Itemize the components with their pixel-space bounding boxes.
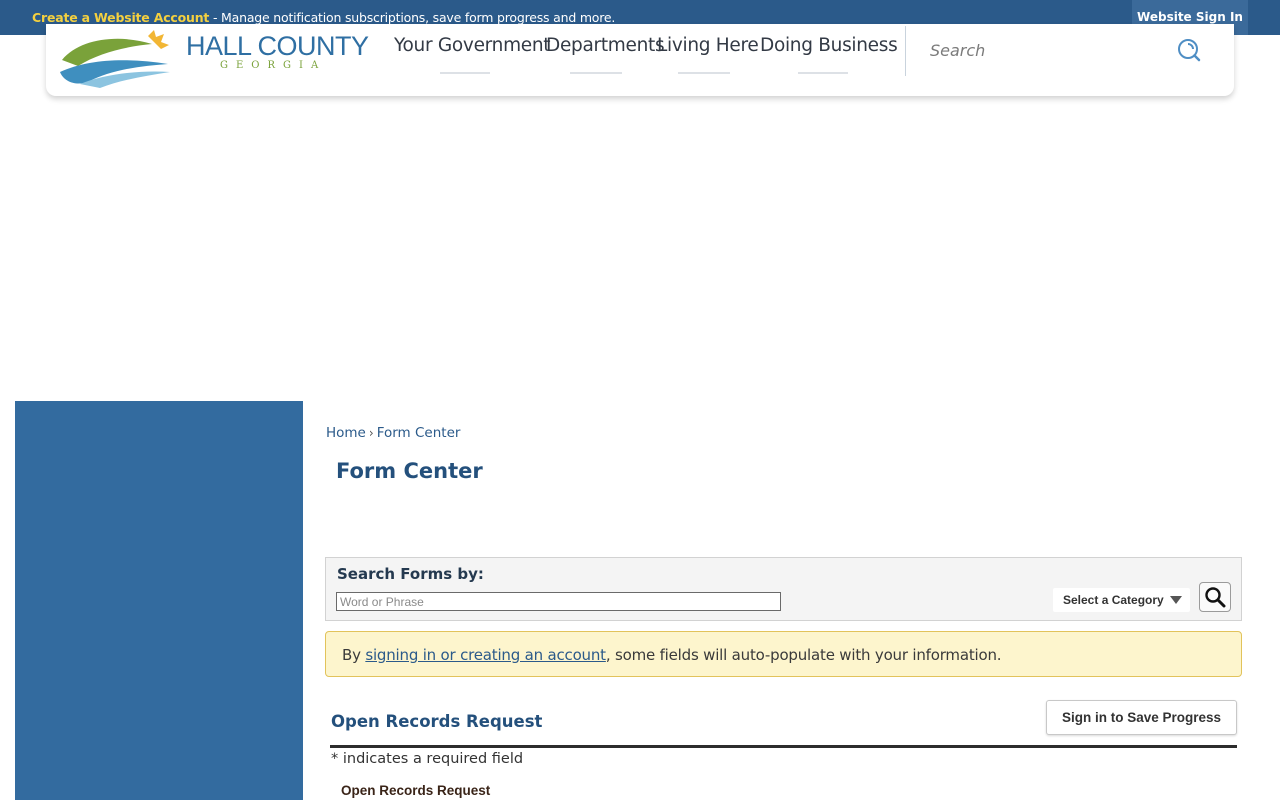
nav-living-here[interactable]: Living Here <box>657 35 759 56</box>
form-title: Open Records Request <box>331 712 543 731</box>
category-select[interactable]: Select a Category <box>1053 588 1190 612</box>
nav-underline <box>798 72 848 74</box>
nav-divider <box>905 26 906 76</box>
nav-underline <box>570 72 622 74</box>
page-title: Form Center <box>336 459 483 483</box>
nav-underline <box>440 72 490 74</box>
site-header: HALL COUNTY GEORGIA Your Government Depa… <box>46 24 1234 96</box>
search-icon <box>1178 39 1201 62</box>
notice-prefix: By <box>342 646 366 664</box>
autopopulate-notice: By signing in or creating an account, so… <box>325 631 1242 677</box>
nav-departments[interactable]: Departments <box>546 35 665 56</box>
form-search-panel: Search Forms by: Select a Category <box>325 557 1242 621</box>
brand-name: HALL COUNTY <box>186 31 369 61</box>
search-forms-label: Search Forms by: <box>337 565 484 583</box>
field-label-open-records-request: Open Records Request <box>341 783 491 798</box>
sign-in-save-progress-button[interactable]: Sign in to Save Progress <box>1046 700 1237 735</box>
hall-county-logo[interactable] <box>60 30 172 88</box>
breadcrumb: Home › Form Center <box>326 425 460 441</box>
form-divider <box>330 745 1237 748</box>
breadcrumb-separator: › <box>368 426 374 440</box>
left-sidebar <box>15 401 303 800</box>
search-icon <box>1205 587 1226 608</box>
nav-your-government[interactable]: Your Government <box>394 35 551 56</box>
chevron-down-icon <box>1170 596 1182 604</box>
brand-subtitle: GEORGIA <box>220 60 327 71</box>
form-search-input[interactable] <box>336 592 781 611</box>
nav-doing-business[interactable]: Doing Business <box>760 35 898 56</box>
category-select-value: Select a Category <box>1063 593 1164 607</box>
notice-suffix: , some fields will auto-populate with yo… <box>605 646 1002 664</box>
notification-text: - Manage notification subscriptions, sav… <box>209 10 616 25</box>
breadcrumb-home[interactable]: Home <box>326 425 366 441</box>
form-search-button[interactable] <box>1199 582 1231 612</box>
site-search-input[interactable] <box>930 38 1160 62</box>
nav-underline <box>678 72 730 74</box>
sign-in-create-account-link[interactable]: signing in or creating an account <box>365 646 606 664</box>
breadcrumb-form-center[interactable]: Form Center <box>377 425 461 441</box>
create-account-link[interactable]: Create a Website Account <box>32 10 209 25</box>
required-field-note: * indicates a required field <box>331 751 524 767</box>
site-search-button[interactable] <box>1174 36 1204 64</box>
logo-mark-icon <box>60 30 170 88</box>
